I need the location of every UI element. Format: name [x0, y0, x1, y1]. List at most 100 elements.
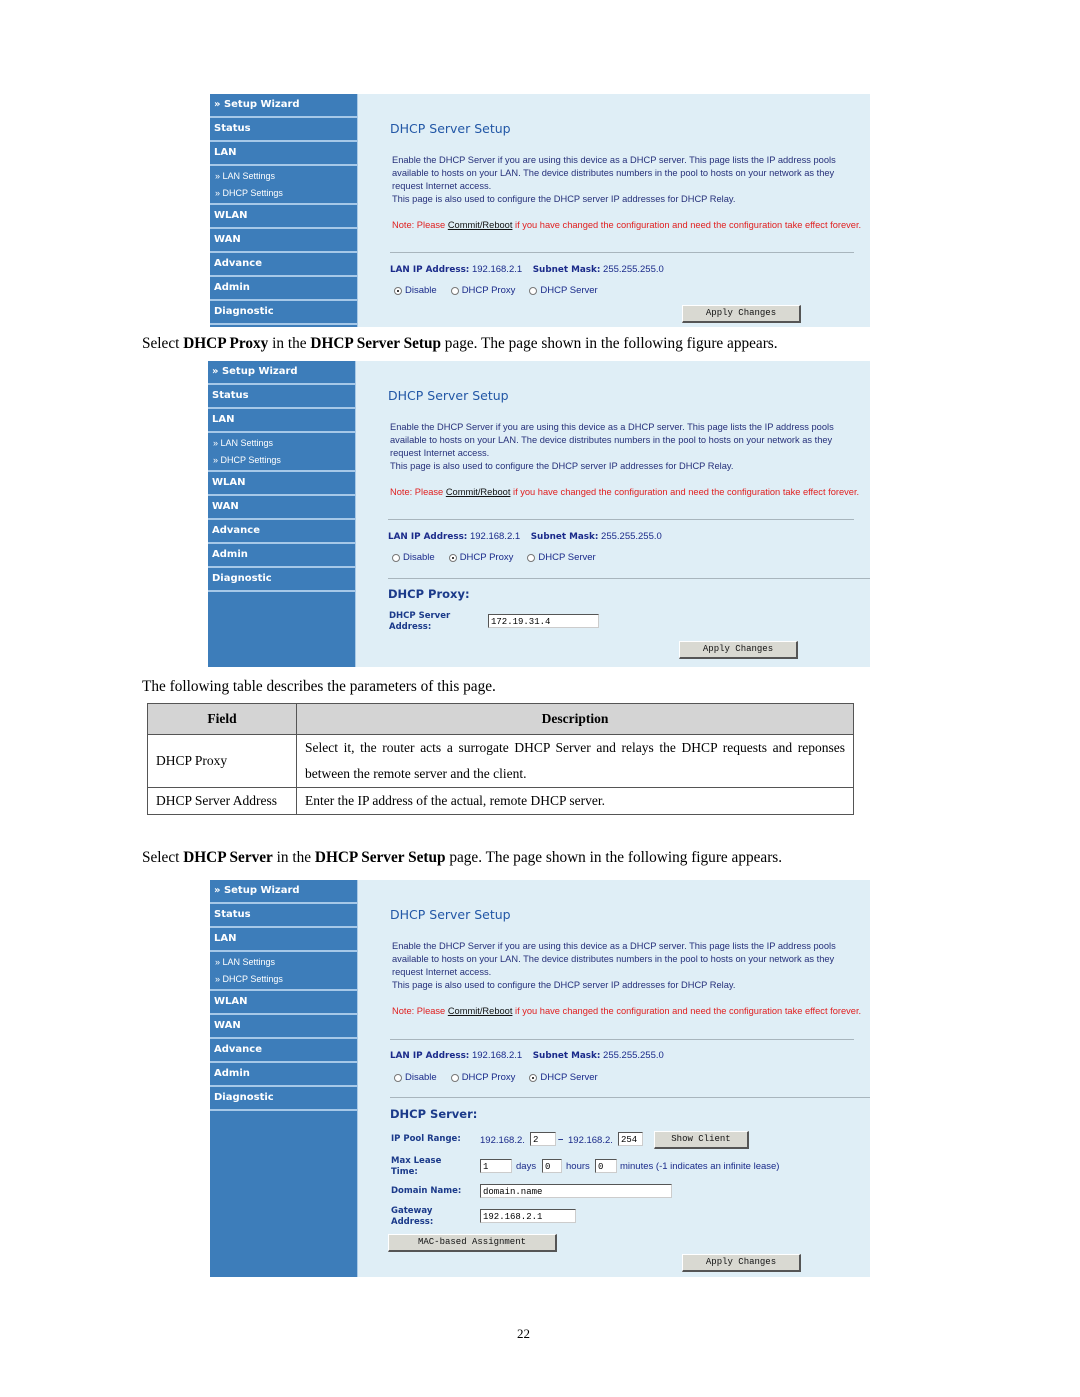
nav-dhcp-settings[interactable]: » DHCP Settings	[210, 185, 357, 202]
main-panel: DHCP Server Setup Enable the DHCP Server…	[360, 94, 870, 327]
radio-selected-icon	[394, 286, 402, 295]
sidebar-nav: » Setup Wizard Status LAN » LAN Settings…	[208, 361, 356, 667]
nav-setup-wizard[interactable]: » Setup Wizard	[210, 880, 357, 904]
screenshot-dhcp-proxy: » Setup Wizard Status LAN » LAN Settings…	[208, 361, 870, 667]
lease-days-unit: days	[516, 1161, 537, 1172]
radio-unselected-icon	[392, 553, 400, 562]
commit-reboot-link[interactable]: Commit/Reboot	[448, 220, 513, 230]
show-client-button[interactable]: Show Client	[654, 1131, 749, 1149]
apply-changes-button[interactable]: Apply Changes	[682, 305, 801, 323]
nav-dhcp-settings[interactable]: » DHCP Settings	[210, 971, 357, 988]
nav-setup-wizard[interactable]: » Setup Wizard	[208, 361, 355, 385]
page-title: DHCP Server Setup	[390, 907, 511, 922]
nav-lan-settings[interactable]: » LAN Settings	[210, 168, 357, 185]
pool-range-label: IP Pool Range:	[391, 1134, 461, 1144]
divider	[390, 1097, 870, 1098]
nav-lan-settings[interactable]: » LAN Settings	[208, 435, 355, 452]
radio-dhcp-server[interactable]: DHCP Server	[529, 1072, 598, 1083]
nav-wan[interactable]: WAN	[208, 496, 355, 520]
pool-start-prefix: 192.168.2.	[480, 1135, 525, 1146]
nav-wlan[interactable]: WLAN	[210, 991, 357, 1015]
lease-hours-input[interactable]: 0	[542, 1159, 562, 1173]
lan-info: LAN IP Address: 192.168.2.1 Subnet Mask:…	[390, 1050, 664, 1061]
radio-disable[interactable]: Disable	[394, 1072, 437, 1083]
lease-hours-unit: hours	[566, 1161, 590, 1172]
paragraph-select-proxy: Select DHCP Proxy in the DHCP Server Set…	[142, 335, 778, 352]
radio-disable[interactable]: Disable	[392, 552, 435, 563]
mode-radio-group: Disable DHCP Proxy DHCP Server	[394, 1072, 598, 1083]
nav-lan-submenu: » LAN Settings » DHCP Settings	[210, 952, 357, 991]
proxy-server-label: DHCP Server Address:	[389, 611, 451, 632]
divider	[390, 1039, 854, 1040]
page-description: Enable the DHCP Server if you are using …	[392, 155, 836, 204]
nav-wan[interactable]: WAN	[210, 229, 357, 253]
mode-radio-group: Disable DHCP Proxy DHCP Server	[394, 285, 598, 296]
nav-lan-submenu: » LAN Settings » DHCP Settings	[208, 433, 355, 472]
nav-lan-settings[interactable]: » LAN Settings	[210, 954, 357, 971]
screenshot-dhcp-disable: » Setup Wizard Status LAN » LAN Settings…	[210, 94, 870, 327]
nav-admin[interactable]: Admin	[210, 277, 357, 301]
sidebar-nav: » Setup Wizard Status LAN » LAN Settings…	[210, 880, 358, 1277]
page-description: Enable the DHCP Server if you are using …	[390, 422, 834, 471]
radio-dhcp-server[interactable]: DHCP Server	[529, 285, 598, 296]
lease-minutes-input[interactable]: 0	[595, 1159, 617, 1173]
nav-advance[interactable]: Advance	[210, 253, 357, 277]
nav-advance[interactable]: Advance	[210, 1039, 357, 1063]
nav-lan[interactable]: LAN	[210, 142, 357, 166]
nav-wan[interactable]: WAN	[210, 1015, 357, 1039]
nav-diagnostic[interactable]: Diagnostic	[210, 1087, 357, 1111]
nav-admin[interactable]: Admin	[210, 1063, 357, 1087]
pool-end-input[interactable]: 254	[618, 1132, 643, 1146]
nav-status[interactable]: Status	[210, 904, 357, 928]
pool-range-dash: –	[558, 1134, 564, 1145]
nav-lan-submenu: » LAN Settings » DHCP Settings	[210, 166, 357, 205]
radio-dhcp-proxy[interactable]: DHCP Proxy	[450, 1072, 515, 1083]
nav-admin[interactable]: Admin	[208, 544, 355, 568]
lease-minutes-unit: minutes (-1 indicates an infinite lease)	[620, 1161, 780, 1172]
mac-based-assignment-button[interactable]: MAC-based Assignment	[388, 1234, 557, 1252]
nav-status[interactable]: Status	[208, 385, 355, 409]
proxy-section-title: DHCP Proxy:	[388, 587, 470, 601]
divider	[390, 252, 854, 253]
max-lease-label: Max Lease Time:	[391, 1156, 442, 1177]
radio-dhcp-proxy[interactable]: DHCP Proxy	[448, 552, 513, 563]
cell-field: DHCP Server Address	[147, 787, 297, 815]
server-section-title: DHCP Server:	[390, 1107, 478, 1121]
radio-unselected-icon	[529, 286, 538, 295]
screenshot-dhcp-server: » Setup Wizard Status LAN » LAN Settings…	[210, 880, 870, 1277]
nav-setup-wizard[interactable]: » Setup Wizard	[210, 94, 357, 118]
cell-description: Enter the IP address of the actual, remo…	[296, 787, 854, 815]
cell-field: DHCP Proxy	[147, 734, 297, 788]
proxy-server-address-input[interactable]: 172.19.31.4	[488, 614, 599, 628]
nav-advance[interactable]: Advance	[208, 520, 355, 544]
table-row: DHCP Proxy Select it, the router acts a …	[147, 734, 854, 788]
apply-changes-button[interactable]: Apply Changes	[682, 1254, 801, 1272]
commit-note: Note: Please Commit/Reboot if you have c…	[392, 1006, 862, 1016]
gateway-address-input[interactable]: 192.168.2.1	[480, 1209, 576, 1223]
domain-name-label: Domain Name:	[391, 1186, 462, 1196]
radio-disable[interactable]: Disable	[394, 285, 437, 296]
table-header-row: Field Description	[147, 703, 854, 735]
nav-wlan[interactable]: WLAN	[210, 205, 357, 229]
commit-note: Note: Please Commit/Reboot if you have c…	[392, 220, 862, 230]
radio-dhcp-proxy[interactable]: DHCP Proxy	[450, 285, 515, 296]
radio-unselected-icon	[527, 553, 536, 562]
apply-changes-button[interactable]: Apply Changes	[679, 641, 798, 659]
nav-diagnostic[interactable]: Diagnostic	[210, 301, 357, 325]
header-description: Description	[296, 703, 854, 735]
nav-wlan[interactable]: WLAN	[208, 472, 355, 496]
mode-radio-group: Disable DHCP Proxy DHCP Server	[392, 552, 596, 563]
commit-reboot-link[interactable]: Commit/Reboot	[448, 1006, 513, 1016]
radio-unselected-icon	[450, 286, 459, 295]
nav-status[interactable]: Status	[210, 118, 357, 142]
radio-dhcp-server[interactable]: DHCP Server	[527, 552, 596, 563]
pool-start-input[interactable]: 2	[530, 1132, 556, 1146]
nav-diagnostic[interactable]: Diagnostic	[208, 568, 355, 592]
nav-lan[interactable]: LAN	[210, 928, 357, 952]
nav-dhcp-settings[interactable]: » DHCP Settings	[208, 452, 355, 469]
domain-name-input[interactable]: domain.name	[480, 1184, 672, 1198]
nav-lan[interactable]: LAN	[208, 409, 355, 433]
page-title: DHCP Server Setup	[388, 388, 509, 403]
commit-reboot-link[interactable]: Commit/Reboot	[446, 487, 511, 497]
lease-days-input[interactable]: 1	[480, 1159, 512, 1173]
